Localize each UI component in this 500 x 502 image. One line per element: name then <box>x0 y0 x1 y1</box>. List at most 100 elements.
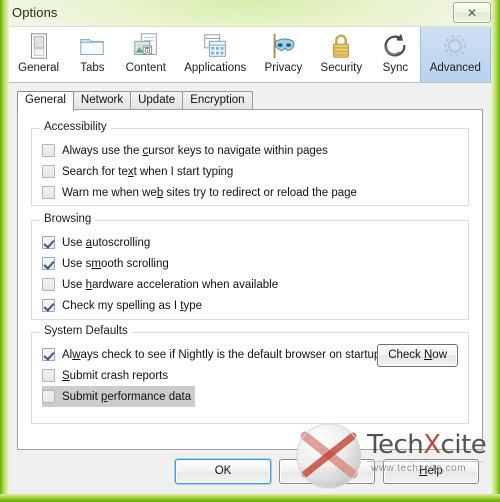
checkbox[interactable] <box>42 299 55 312</box>
tabs-folder-icon <box>80 38 105 55</box>
checkbox[interactable] <box>42 186 55 199</box>
category-privacy[interactable]: Privacy <box>255 27 311 82</box>
category-label: Advanced <box>429 62 481 74</box>
general-window-icon <box>30 33 47 59</box>
sync-arrows-icon <box>384 34 406 57</box>
options-window: Options ✕ General Tabs 页 Content Application… <box>0 0 500 502</box>
category-label: Tabs <box>80 62 105 74</box>
button-label-post: ow <box>432 349 447 361</box>
category-applications[interactable]: Applications <box>175 27 255 82</box>
label-post: ype <box>183 299 202 312</box>
checkbox-row[interactable]: Warn me when web sites try to redirect o… <box>42 182 361 203</box>
tab-general[interactable]: General <box>17 91 74 111</box>
checkbox-label: Always check to see if Nightly is the de… <box>62 348 380 362</box>
checkbox[interactable] <box>42 165 55 178</box>
checkbox-row[interactable]: Always check to see if Nightly is the de… <box>42 344 384 365</box>
checkbox[interactable] <box>42 144 55 157</box>
label-post: ays check to see if Nightly is the defau… <box>80 348 381 361</box>
checkbox-row[interactable]: Submit performance data <box>42 386 196 407</box>
label-post: ardware acceleration when available <box>92 278 279 291</box>
category-sync[interactable]: Sync <box>371 27 419 82</box>
security-lock-icon <box>333 34 350 58</box>
button-label-post: elp <box>427 465 443 477</box>
label-accel: w <box>72 348 81 361</box>
content-page-icon: 页 <box>134 33 157 55</box>
category-tabs[interactable]: Tabs <box>68 27 116 82</box>
checkbox-row[interactable]: Search for text when I start typing <box>42 161 237 182</box>
title-bar: Options ✕ <box>0 0 500 26</box>
checkbox-row[interactable]: Check my spelling as I type <box>42 295 206 316</box>
group-title: System Defaults <box>40 325 132 337</box>
window-frame-right-edge <box>491 0 500 502</box>
button-label-pre: OK <box>214 465 232 477</box>
window-title: Options <box>12 5 58 20</box>
checkbox-label: Submit performance data <box>62 390 191 404</box>
check-now-button[interactable]: Check Now <box>377 344 458 367</box>
group-accessibility: Accessibility Always use the cursor keys … <box>31 121 469 206</box>
label-post: ooth scrolling <box>101 257 169 270</box>
label-pre: Check my spelling as I <box>62 299 181 312</box>
label-post: ubmit crash reports <box>69 369 169 382</box>
label-post: t when I start typing <box>133 165 234 178</box>
label-post: ursor keys to navigate within pages <box>148 144 328 157</box>
category-general[interactable]: General <box>9 27 68 82</box>
checkbox[interactable] <box>42 390 55 403</box>
group-rows: Use autoscrolling Use smooth scrolling Use… <box>32 221 468 316</box>
label-accel: S <box>62 369 70 382</box>
checkbox[interactable] <box>42 348 55 361</box>
svg-text:页: 页 <box>143 46 151 55</box>
label-pre: Use <box>62 236 86 249</box>
category-label: Privacy <box>264 62 303 74</box>
group-title: Browsing <box>40 213 96 225</box>
label-pre: Always use the <box>62 144 143 157</box>
group-title: Accessibility <box>40 121 111 133</box>
label-pre: Search for te <box>62 165 128 178</box>
tab-network[interactable]: Network <box>72 91 132 110</box>
cancel-button[interactable]: Cancel <box>279 459 375 484</box>
checkbox-label: Check my spelling as I type <box>62 299 202 313</box>
group-browsing: Browsing Use autoscrolling Use smooth scro… <box>31 213 469 320</box>
checkbox-label: Use autoscrolling <box>62 236 150 250</box>
help-button[interactable]: Help <box>383 459 479 484</box>
label-pre: Use <box>62 278 86 291</box>
checkbox-row[interactable]: Use smooth scrolling <box>42 253 173 274</box>
checkbox-row[interactable]: Use hardware acceleration when available <box>42 274 282 295</box>
sub-tab-strip: General Network Update Encryption <box>17 91 253 111</box>
label-pre: Warn me when we <box>62 186 157 199</box>
label-pre: Submit <box>62 390 101 403</box>
category-label: Content <box>125 62 166 74</box>
checkbox[interactable] <box>42 236 55 249</box>
tab-update[interactable]: Update <box>130 91 184 110</box>
checkbox-row[interactable]: Submit crash reports <box>42 365 172 386</box>
category-security[interactable]: Security <box>311 27 371 82</box>
window-frame-bottom-edge <box>0 494 500 502</box>
category-label: General <box>18 62 60 74</box>
ok-button[interactable]: OK <box>175 459 271 484</box>
advanced-general-tab-panel: Accessibility Always use the cursor keys … <box>17 109 483 450</box>
close-icon: ✕ <box>466 5 478 20</box>
checkbox-row[interactable]: Always use the cursor keys to navigate w… <box>42 140 332 161</box>
category-advanced[interactable]: Advanced <box>419 27 491 82</box>
dialog-button-bar: OK Cancel Help <box>175 459 479 484</box>
category-toolbar: General Tabs 页 Content Applications Privacy Se… <box>9 26 491 83</box>
label-post: sites try to redirect or reload the page <box>163 186 357 199</box>
window-frame-left-edge <box>0 0 9 502</box>
group-rows: Always use the cursor keys to navigate w… <box>32 129 468 203</box>
options-content-panel: General Network Update Encryption Accessibi… <box>9 83 491 494</box>
group-system-defaults: System Defaults Always check to see if Ni… <box>31 325 469 424</box>
category-label: Security <box>320 62 363 74</box>
applications-icon <box>204 34 227 57</box>
button-label-pre: Check <box>388 349 424 361</box>
category-label: Applications <box>184 62 247 74</box>
close-button[interactable]: ✕ <box>453 2 491 23</box>
category-content[interactable]: 页 Content <box>117 27 176 82</box>
checkbox[interactable] <box>42 369 55 382</box>
checkbox-label: Submit crash reports <box>62 369 168 383</box>
checkbox-label: Always use the cursor keys to navigate w… <box>62 144 328 158</box>
button-label-pre: Cancel <box>309 465 345 477</box>
checkbox-row[interactable]: Use autoscrolling <box>42 232 154 253</box>
tab-encryption[interactable]: Encryption <box>182 91 253 110</box>
checkbox[interactable] <box>42 278 55 291</box>
checkbox[interactable] <box>42 257 55 270</box>
label-pre: Use s <box>62 257 92 270</box>
